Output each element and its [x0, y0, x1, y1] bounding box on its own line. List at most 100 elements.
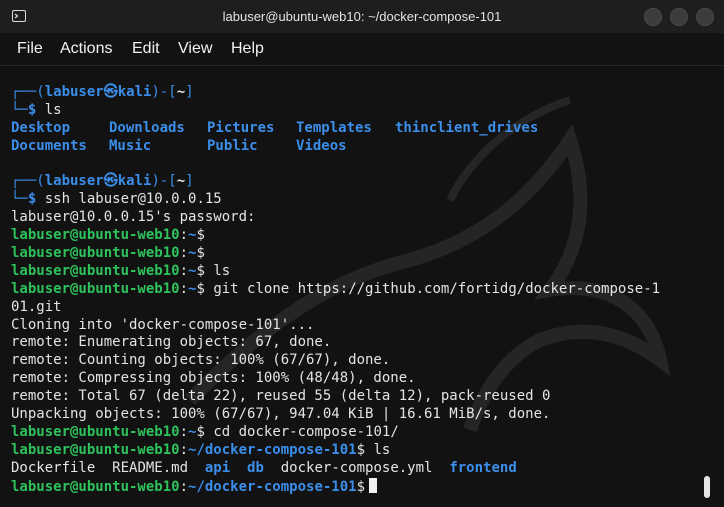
prompt-user: labuser [44, 173, 104, 190]
prompt-frame: ┌──( [11, 173, 45, 190]
menu-bar: File Actions Edit View Help [0, 33, 724, 65]
menu-help[interactable]: Help [231, 40, 264, 58]
dir-entry: db [247, 459, 264, 476]
dir-entry: Public [207, 137, 258, 154]
remote-path: ~/docker-compose-101 [188, 441, 357, 458]
maximize-button[interactable] [670, 8, 688, 26]
command-text: ls [373, 441, 391, 458]
prompt-colon: : [179, 245, 189, 262]
password-prompt: labuser@10.0.0.15's password: [11, 209, 256, 226]
command-text: ls [44, 101, 62, 118]
output-line: Cloning into 'docker-compose-101'... [11, 316, 315, 333]
prompt-symbol: ㉿ [103, 173, 118, 190]
prompt-host: kali [117, 84, 152, 100]
terminal-window: labuser@ubuntu-web10: ~/docker-compose-1… [0, 0, 724, 507]
output-line: remote: Enumerating objects: 67, done. [11, 334, 332, 351]
prompt-host: kali [117, 173, 152, 190]
remote-user-host: labuser@ubuntu-web10 [11, 441, 180, 458]
prompt-dollar: $ [196, 423, 205, 440]
title-bar[interactable]: labuser@ubuntu-web10: ~/docker-compose-1… [0, 0, 724, 33]
text-cursor [369, 477, 378, 493]
ls-output-row: Desktop Downloads Pictures Templates thi… [11, 120, 700, 138]
dir-entry: Downloads [109, 119, 185, 136]
remote-user-host: labuser@ubuntu-web10 [11, 245, 180, 262]
command-text: ls [213, 262, 231, 279]
menu-view[interactable]: View [178, 40, 212, 58]
file-entry: docker-compose.yml [280, 459, 433, 476]
file-entry: README.md [112, 459, 189, 476]
dir-entry: api [204, 459, 231, 476]
prompt-frame: )-[ [151, 173, 177, 190]
prompt-dollar: $ [196, 262, 205, 279]
menu-file[interactable]: File [17, 40, 43, 58]
ls-output-row: Dockerfile README.md api db docker-compo… [11, 460, 700, 478]
prompt-dollar: $ [196, 227, 205, 244]
prompt-colon: : [179, 280, 189, 297]
prompt-symbol: ㉿ [103, 84, 118, 100]
scrollbar-thumb[interactable] [704, 476, 710, 498]
prompt-dollar: $ [356, 478, 366, 495]
ls-output-row: Documents Music Public Videos [11, 138, 700, 156]
menu-edit[interactable]: Edit [132, 40, 160, 58]
dir-entry: frontend [449, 459, 517, 476]
output-line: remote: Counting objects: 100% (67/67), … [11, 352, 391, 369]
prompt-dollar: $ [27, 191, 37, 208]
remote-user-host: labuser@ubuntu-web10 [11, 478, 180, 495]
prompt-colon: : [179, 227, 189, 244]
command-text: ssh labuser@10.0.0.15 [44, 191, 222, 208]
terminal-output[interactable]: ┌──(labuser㉿kali)-[~] └─$ ls Desktop Dow… [11, 84, 700, 507]
prompt-dollar: $ [196, 245, 205, 262]
output-line: Unpacking objects: 100% (67/67), 947.04 … [11, 406, 551, 423]
remote-prompt-line: labuser@ubuntu-web10:~$ cd docker-compos… [11, 424, 700, 442]
prompt-colon: : [179, 423, 189, 440]
prompt-dollar: $ [27, 101, 37, 118]
output-line: remote: Compressing objects: 100% (48/48… [11, 370, 416, 387]
prompt-dir: ~ [176, 173, 186, 190]
remote-prompt-line: labuser@ubuntu-web10:~$ [11, 227, 700, 245]
prompt-colon: : [179, 262, 189, 279]
remote-prompt-line: labuser@ubuntu-web10:~/docker-compose-10… [11, 442, 700, 460]
menu-divider [0, 65, 724, 66]
menu-actions[interactable]: Actions [60, 40, 112, 58]
prompt-frame: ] [185, 84, 194, 100]
remote-user-host: labuser@ubuntu-web10 [11, 227, 180, 244]
command-wrap: 01.git [11, 298, 62, 315]
prompt-frame: └─ [11, 191, 28, 208]
dir-entry: Templates [296, 119, 372, 136]
minimize-button[interactable] [644, 8, 662, 26]
active-prompt-line[interactable]: labuser@ubuntu-web10:~/docker-compose-10… [11, 477, 700, 496]
prompt-dir: ~ [176, 84, 186, 100]
dir-entry: thinclient_drives [395, 119, 539, 136]
prompt-colon: : [179, 441, 189, 458]
kali-command-line: └─$ ls [11, 102, 700, 120]
prompt-frame: ] [185, 173, 194, 190]
remote-user-host: labuser@ubuntu-web10 [11, 280, 180, 297]
remote-user-host: labuser@ubuntu-web10 [11, 423, 180, 440]
dir-entry: Documents [11, 137, 87, 154]
prompt-colon: : [179, 478, 189, 495]
dir-entry: Videos [296, 137, 347, 154]
remote-user-host: labuser@ubuntu-web10 [11, 262, 180, 279]
output-line: remote: Total 67 (delta 22), reused 55 (… [11, 388, 551, 405]
kali-prompt-line: ┌──(labuser㉿kali)-[~] [11, 173, 700, 191]
window-title: labuser@ubuntu-web10: ~/docker-compose-1… [222, 9, 502, 24]
prompt-frame: ┌──( [11, 84, 45, 100]
prompt-dollar: $ [356, 441, 366, 458]
prompt-dollar: $ [196, 280, 205, 297]
dir-entry: Desktop [11, 119, 71, 136]
remote-prompt-line: labuser@ubuntu-web10:~$ git clone https:… [11, 281, 700, 299]
file-entry: Dockerfile [11, 459, 96, 476]
prompt-frame: └─ [11, 101, 28, 118]
command-text: cd docker-compose-101/ [213, 423, 399, 440]
remote-prompt-line: labuser@ubuntu-web10:~$ [11, 245, 700, 263]
command-text: git clone https://github.com/fortidg/doc… [213, 280, 661, 297]
prompt-frame: )-[ [151, 84, 177, 100]
dir-entry: Music [109, 137, 152, 154]
remote-prompt-line: labuser@ubuntu-web10:~$ ls [11, 263, 700, 281]
remote-path: ~/docker-compose-101 [188, 478, 357, 495]
dir-entry: Pictures [207, 119, 275, 136]
prompt-user: labuser [44, 84, 104, 100]
close-button[interactable] [696, 8, 714, 26]
kali-prompt-line: ┌──(labuser㉿kali)-[~] [11, 84, 700, 102]
